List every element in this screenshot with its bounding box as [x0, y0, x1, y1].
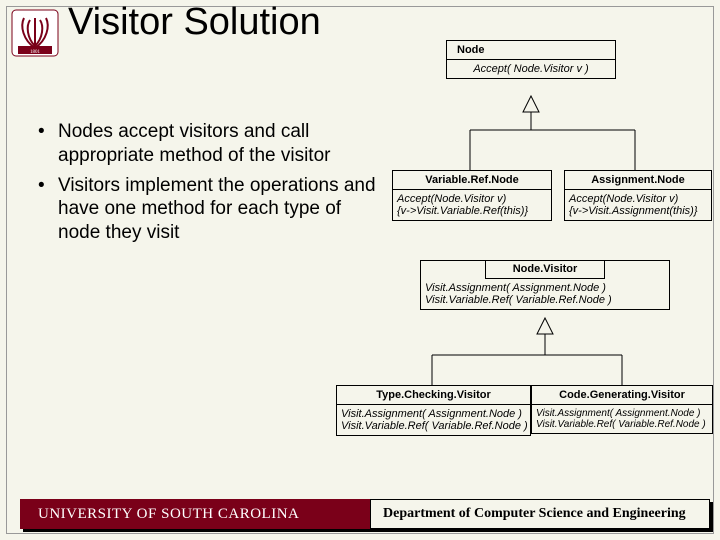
uml-connectors-icon	[0, 0, 720, 540]
footer-department: Department of Computer Science and Engin…	[370, 499, 710, 529]
footer-university: UNIVERSITY OF SOUTH CAROLINA	[20, 499, 370, 529]
footer-department-text: Department of Computer Science and Engin…	[383, 506, 686, 522]
footer-university-text: UNIVERSITY OF SOUTH CAROLINA	[38, 506, 299, 523]
